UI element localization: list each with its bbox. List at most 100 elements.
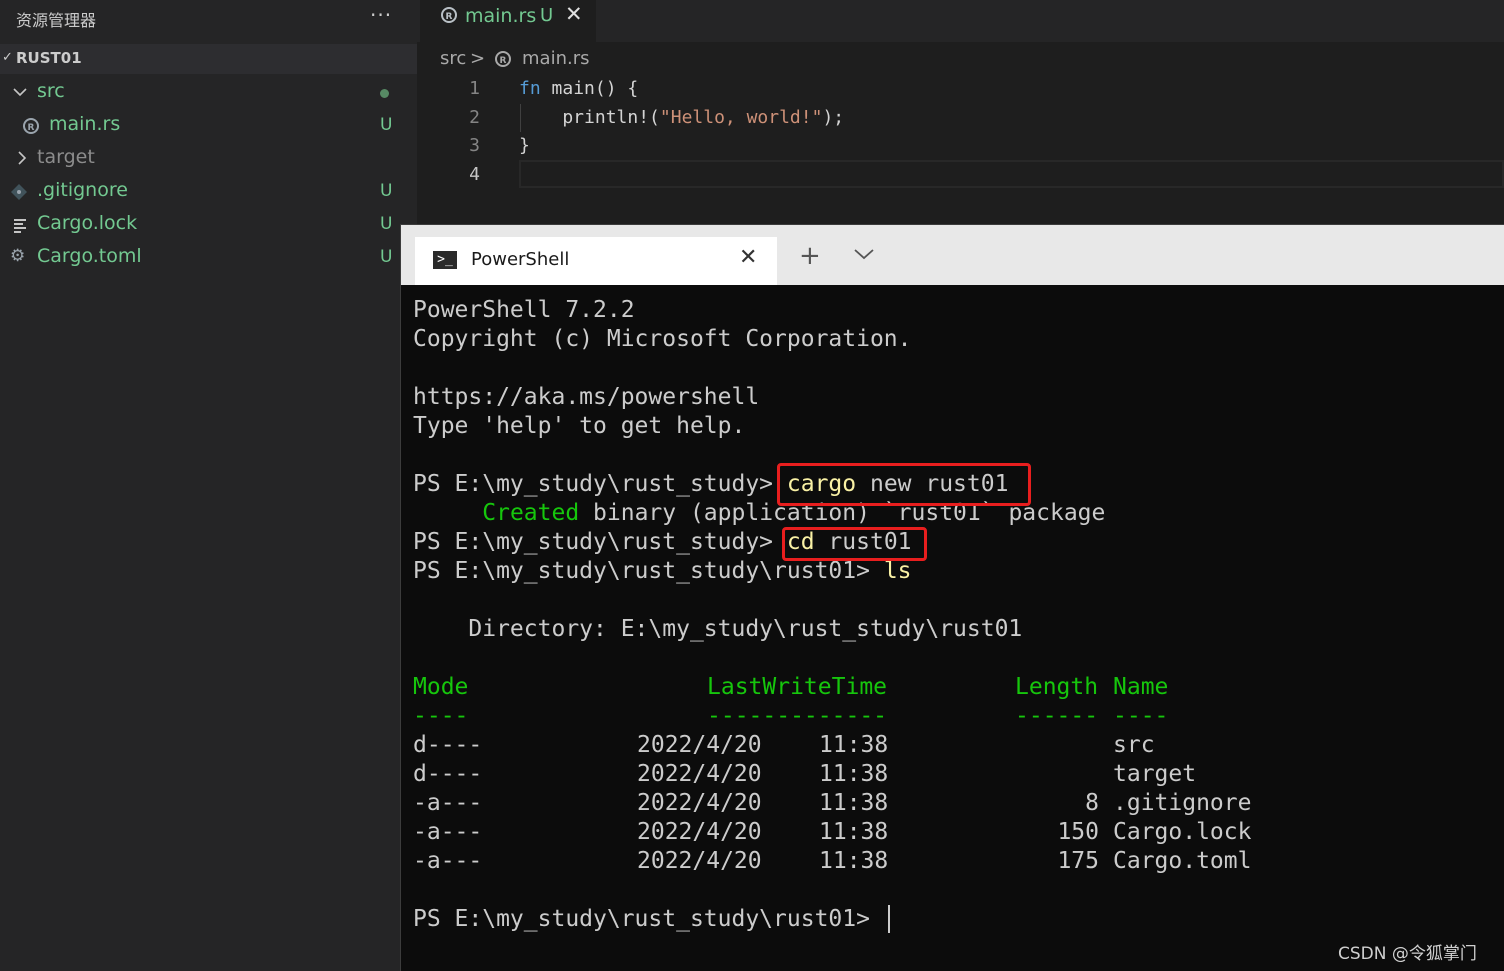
cell-mode: d----: [413, 761, 483, 787]
cell-date: 2022/4/20: [637, 790, 762, 816]
watermark: CSDN @令狐掌门: [1338, 944, 1477, 964]
tree-item-label: Cargo.lock: [37, 212, 138, 234]
terminal-tab-label: PowerShell: [471, 249, 570, 270]
explorer-title: 资源管理器: [16, 11, 97, 30]
modified-dot-icon: [380, 89, 389, 98]
highlight-box: [777, 463, 1031, 506]
cell-name: target: [1113, 761, 1197, 787]
terminal-line: Copyright (c) Microsoft Corporation.: [413, 326, 912, 352]
powershell-icon: >_: [433, 251, 457, 269]
status-word: Created: [482, 500, 580, 526]
plus-icon[interactable]: +: [799, 243, 821, 269]
code-line-2[interactable]: println!("Hello, world!");: [519, 107, 844, 128]
line-number: 2: [469, 107, 480, 128]
lines-file-icon: [12, 216, 30, 234]
tree-item-src[interactable]: src: [0, 76, 417, 109]
breadcrumb-file[interactable]: main.rs: [522, 48, 589, 69]
terminal-command-line: PS E:\my_study\rust_study\rust01> ls: [413, 557, 912, 586]
tree-item-main-rs[interactable]: R main.rs U: [0, 109, 417, 142]
tab-main-rs[interactable]: R main.rs U ✕: [420, 0, 596, 42]
tree-item-cargo-toml[interactable]: ⚙ Cargo.toml U: [0, 241, 417, 274]
code-line-3[interactable]: }: [519, 135, 530, 156]
cell-length: [1015, 760, 1099, 789]
git-file-icon: [10, 183, 28, 201]
more-actions-icon[interactable]: ···: [370, 3, 392, 27]
cell-name: src: [1113, 732, 1155, 758]
cell-date: 2022/4/20: [637, 848, 762, 874]
cell-time: 11:38: [819, 819, 889, 845]
table-header-name: Name: [1113, 674, 1169, 700]
breadcrumb-separator: >: [470, 48, 486, 69]
chevron-down-icon: ✓: [2, 50, 13, 65]
git-status-badge: U: [380, 247, 393, 267]
tree-item-target[interactable]: target: [0, 142, 417, 175]
cell-date: 2022/4/20: [637, 761, 762, 787]
keyword-token: fn: [519, 78, 541, 99]
line-number: 3: [469, 135, 480, 156]
breadcrumb-folder[interactable]: src: [440, 48, 466, 69]
tree-item-label: Cargo.toml: [37, 245, 142, 267]
workspace-section-header[interactable]: ✓ RUST01: [0, 44, 417, 74]
string-token: "Hello, world!": [659, 107, 823, 128]
cell-time: 11:38: [819, 732, 889, 758]
chevron-down-icon: [12, 84, 27, 98]
directory-heading: Directory: E:\my_study\rust_study\rust01: [413, 616, 1023, 642]
prompt: PS E:\my_study\rust_study>: [413, 471, 787, 497]
terminal-line: https://aka.ms/powershell: [413, 384, 760, 410]
table-underline: -------------: [707, 703, 888, 729]
table-underline: ------: [1015, 703, 1099, 729]
explorer-header: 资源管理器 ···: [0, 0, 417, 35]
terminal-prompt-line[interactable]: PS E:\my_study\rust_study\rust01>: [413, 905, 884, 934]
line-number: 1: [469, 78, 480, 99]
cell-length: 150: [1057, 819, 1099, 845]
tree-item-label: target: [37, 146, 95, 168]
cell-mode: -a---: [413, 790, 483, 816]
cell-length: [1015, 731, 1099, 760]
code-token: }: [519, 135, 530, 156]
tab-label: main.rs: [465, 5, 537, 27]
svg-text:R: R: [500, 56, 507, 66]
table-header-length: Length: [1015, 674, 1099, 700]
tree-item-gitignore[interactable]: .gitignore U: [0, 175, 417, 208]
tree-item-label: .gitignore: [37, 179, 128, 201]
git-status-badge: U: [380, 115, 393, 135]
current-line-highlight: [519, 160, 1504, 188]
code-token: );: [822, 107, 845, 128]
text-cursor: [888, 905, 890, 933]
terminal-line: PowerShell 7.2.2: [413, 297, 635, 323]
prompt: PS E:\my_study\rust_study>: [413, 529, 787, 555]
close-icon[interactable]: ✕: [739, 245, 757, 270]
line-number: 4: [469, 164, 480, 185]
svg-text:R: R: [446, 12, 453, 22]
table-header-mode: Mode: [413, 674, 469, 700]
close-icon[interactable]: ✕: [565, 2, 583, 26]
cell-name: Cargo.toml: [1113, 848, 1252, 874]
tab-powershell[interactable]: >_ PowerShell ✕: [415, 237, 777, 285]
cell-time: 11:38: [819, 790, 889, 816]
table-underline: ----: [413, 703, 469, 729]
rust-file-icon: R: [440, 6, 458, 28]
prompt: PS E:\my_study\rust_study\rust01>: [413, 558, 884, 584]
workspace-title: RUST01: [16, 49, 82, 67]
command-name: ls: [883, 558, 912, 584]
cell-date: 2022/4/20: [637, 732, 762, 758]
rust-file-icon: R: [494, 50, 512, 72]
git-status-badge: U: [380, 214, 393, 234]
tree-item-label: main.rs: [49, 113, 121, 135]
cell-length: 8: [1085, 790, 1099, 816]
rust-file-icon: R: [22, 117, 40, 135]
table-underline: ----: [1113, 703, 1169, 729]
svg-text:R: R: [28, 123, 35, 133]
code-token: main() {: [540, 78, 639, 99]
git-status-badge: U: [540, 5, 554, 26]
cell-mode: d----: [413, 732, 483, 758]
tree-item-label: src: [37, 80, 65, 102]
cell-length: 175: [1057, 848, 1099, 874]
terminal-titlebar: >_ PowerShell ✕ +: [401, 225, 1504, 285]
code-line-1[interactable]: fn main() {: [519, 78, 638, 99]
chevron-down-icon[interactable]: [853, 245, 875, 266]
cell-date: 2022/4/20: [637, 819, 762, 845]
cell-name: .gitignore: [1113, 790, 1252, 816]
tree-item-cargo-lock[interactable]: Cargo.lock U: [0, 208, 417, 241]
macro-token: println!(: [519, 107, 660, 128]
